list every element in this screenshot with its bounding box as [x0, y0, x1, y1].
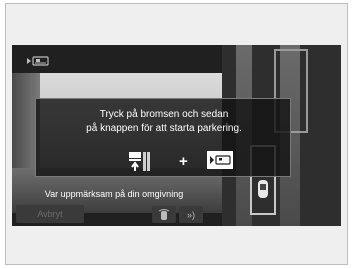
parking-screen: Var uppmärksam på din omgivning Avbryt »…	[12, 45, 341, 226]
plus-sign: +	[179, 153, 188, 170]
warning-text: Var uppmärksam på din omgivning	[44, 189, 184, 199]
parking-camera-icon	[27, 56, 49, 66]
parking-button-icon	[207, 151, 233, 169]
own-car-icon	[258, 180, 268, 198]
instruction-dialog: Tryck på bromsen och sedan på knappen fö…	[35, 98, 291, 177]
dialog-line-1: Tryck på bromsen och sedan	[99, 109, 229, 120]
cancel-button[interactable]: Avbryt	[16, 205, 84, 223]
car-sensor-button[interactable]	[152, 206, 176, 223]
car-sensor-icon	[158, 208, 170, 220]
settings-button[interactable]: »)	[179, 206, 203, 223]
brake-pedal-icon	[129, 152, 150, 171]
dialog-line-2: på knappen för att starta parkering.	[86, 123, 242, 134]
